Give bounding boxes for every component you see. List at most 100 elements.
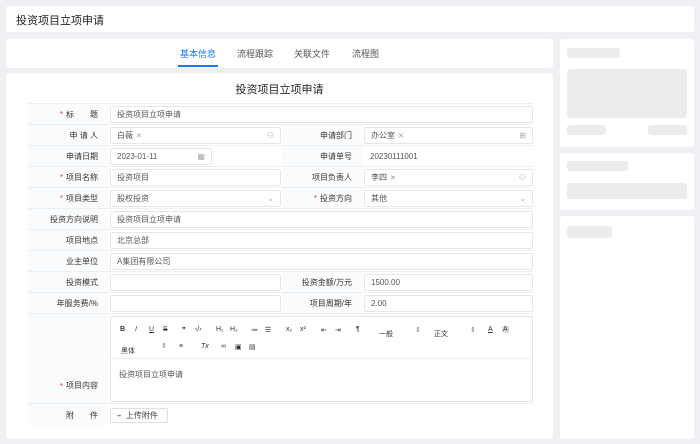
invest-mode-input[interactable] bbox=[110, 274, 281, 291]
underline-button[interactable]: U bbox=[149, 326, 154, 333]
row-apply-date: 申请日期 2023-01-11 ▦ 申请单号 20230111001 bbox=[28, 145, 533, 166]
link-button[interactable]: ∞ bbox=[221, 343, 226, 350]
skeleton-panel-3 bbox=[560, 216, 694, 439]
bold-button[interactable]: B bbox=[120, 326, 125, 333]
clear-format-button[interactable]: Tx bbox=[201, 343, 209, 350]
label-applicant: 申 请 人 bbox=[28, 125, 108, 145]
label-direction-desc: 投资方向说明 bbox=[28, 209, 108, 229]
paperclip-icon: ⌁ bbox=[117, 411, 122, 420]
row-title: * 标 题 投资项目立项申请 bbox=[28, 103, 533, 124]
label-apply-no: 申请单号 bbox=[282, 146, 362, 166]
invest-direction-select[interactable]: 其他 ⌄ bbox=[364, 190, 533, 207]
department-tag: 办公室 ✕ bbox=[371, 131, 404, 140]
top-bar: 投资项目立项申请 bbox=[6, 6, 694, 32]
video-button[interactable]: ▤ bbox=[249, 343, 256, 351]
row-direction-desc: 投资方向说明 投资项目立项申请 bbox=[28, 208, 533, 229]
location-input[interactable]: 北京总部 bbox=[110, 232, 533, 249]
font-color-button[interactable]: A bbox=[488, 326, 493, 333]
close-icon[interactable]: ✕ bbox=[136, 132, 142, 140]
skeleton-line bbox=[567, 48, 620, 58]
bg-color-button[interactable]: A bbox=[502, 326, 509, 333]
row-owner-unit: 业主单位 A集团有限公司 bbox=[28, 250, 533, 271]
close-icon[interactable]: ✕ bbox=[398, 132, 404, 140]
required-mark: * bbox=[313, 193, 317, 203]
active-tab-indicator bbox=[178, 65, 218, 67]
department-picker[interactable]: 办公室 ✕ ⊞ bbox=[364, 127, 533, 144]
subscript-button[interactable]: x₂ bbox=[286, 326, 292, 333]
quote-button[interactable]: ❞ bbox=[182, 326, 186, 334]
font-select[interactable]: 黑体 bbox=[121, 346, 135, 356]
chevron-updown-icon: ⇕ bbox=[415, 327, 421, 334]
applicant-tag: 白薇 ✕ bbox=[117, 131, 142, 140]
style-select[interactable]: 正文 bbox=[434, 329, 448, 339]
form-card: 投资项目立项申请 * 标 题 投资项目立项申请 申 请 人 白薇 ✕ ⚇ 申请部门 … bbox=[6, 73, 553, 439]
calendar-icon[interactable]: ▦ bbox=[197, 152, 205, 161]
required-mark: * bbox=[59, 172, 63, 182]
required-mark: * bbox=[59, 109, 63, 119]
applicant-picker[interactable]: 白薇 ✕ ⚇ bbox=[110, 127, 281, 144]
italic-button[interactable]: I bbox=[135, 326, 137, 333]
label-project-type: * 项目类型 bbox=[28, 188, 108, 208]
label-cycle: 项目周期/年 bbox=[282, 293, 362, 313]
row-project-name: * 项目名称 投资项目 项目负责人 李四 ✕ ⚇ bbox=[28, 166, 533, 187]
chevron-down-icon: ⌄ bbox=[519, 194, 526, 203]
service-fee-input[interactable] bbox=[110, 295, 281, 312]
label-service-fee: 年服务费/% bbox=[28, 293, 108, 313]
editor-content[interactable]: 投资项目立项申请 bbox=[119, 369, 183, 380]
project-owner-picker[interactable]: 李四 ✕ ⚇ bbox=[364, 169, 533, 186]
direction-desc-input[interactable]: 投资项目立项申请 bbox=[110, 211, 533, 228]
row-project-type: * 项目类型 股权投资 ⌄ * 投资方向 其他 ⌄ bbox=[28, 187, 533, 208]
project-owner-tag: 李四 ✕ bbox=[371, 173, 396, 182]
skeleton-line bbox=[648, 125, 687, 135]
row-applicant: 申 请 人 白薇 ✕ ⚇ 申请部门 办公室 ✕ ⊞ bbox=[28, 124, 533, 145]
h1-button[interactable]: H₁ bbox=[216, 326, 223, 333]
row-service-fee: 年服务费/% 项目周期/年 2.00 bbox=[28, 292, 533, 313]
skeleton-block bbox=[567, 183, 687, 199]
code-button[interactable]: ‹/› bbox=[195, 326, 202, 333]
outdent-button[interactable]: ⇤ bbox=[321, 326, 327, 334]
tab-flow-tracking[interactable]: 流程跟踪 bbox=[237, 47, 273, 60]
size-select[interactable]: 一般 bbox=[379, 329, 393, 339]
strike-button[interactable]: S bbox=[163, 326, 168, 333]
title-input[interactable]: 投资项目立项申请 bbox=[110, 106, 533, 123]
close-icon[interactable]: ✕ bbox=[390, 174, 396, 182]
bullet-list-button[interactable]: ☰ bbox=[265, 326, 271, 334]
apply-date-input[interactable]: 2023-01-11 ▦ bbox=[110, 148, 212, 165]
label-apply-date: 申请日期 bbox=[28, 146, 108, 166]
image-button[interactable]: ▣ bbox=[235, 343, 242, 351]
cycle-input[interactable]: 2.00 bbox=[364, 295, 533, 312]
org-tree-icon[interactable]: ⊞ bbox=[519, 131, 526, 140]
user-icon[interactable]: ⚇ bbox=[519, 173, 526, 182]
editor-toolbar: B I U S ❞ ‹/› H₁ H₂ ≔ ☰ x₂ x² ⇤ ⇥ ¶ 一般 ⇕ bbox=[111, 317, 532, 359]
rich-text-editor[interactable]: B I U S ❞ ‹/› H₁ H₂ ≔ ☰ x₂ x² ⇤ ⇥ ¶ 一般 ⇕ bbox=[110, 316, 533, 402]
row-invest-mode: 投资模式 投资金额/万元 1500.00 bbox=[28, 271, 533, 292]
label-owner-unit: 业主单位 bbox=[28, 251, 108, 271]
indent-button[interactable]: ⇥ bbox=[335, 326, 341, 334]
tab-bar: 基本信息 流程跟踪 关联文件 流程图 bbox=[6, 39, 553, 68]
apply-no-value: 20230111001 bbox=[364, 148, 533, 165]
align-button[interactable]: ≡ bbox=[179, 343, 183, 350]
label-department: 申请部门 bbox=[282, 125, 362, 145]
invest-amount-input[interactable]: 1500.00 bbox=[364, 274, 533, 291]
row-content: *项目内容 B I U S ❞ ‹/› H₁ H₂ ≔ ☰ x₂ x² ⇤ ⇥ bbox=[28, 313, 533, 403]
tab-basic-info[interactable]: 基本信息 bbox=[180, 47, 216, 60]
label-invest-mode: 投资模式 bbox=[28, 272, 108, 292]
label-attachment: 附 件 bbox=[28, 404, 108, 426]
upload-attachment-button[interactable]: ⌁ 上传附件 bbox=[110, 408, 168, 423]
skeleton-line bbox=[567, 125, 606, 135]
user-icon[interactable]: ⚇ bbox=[267, 131, 274, 140]
superscript-button[interactable]: x² bbox=[300, 326, 306, 333]
tab-related-files[interactable]: 关联文件 bbox=[294, 47, 330, 60]
h2-button[interactable]: H₂ bbox=[230, 326, 238, 333]
form-title: 投资项目立项申请 bbox=[235, 84, 324, 96]
row-location: 项目地点 北京总部 bbox=[28, 229, 533, 250]
text-direction-button[interactable]: ¶ bbox=[356, 326, 360, 333]
tab-flow-chart[interactable]: 流程图 bbox=[352, 47, 379, 60]
project-name-input[interactable]: 投资项目 bbox=[110, 169, 281, 186]
project-type-select[interactable]: 股权投资 ⌄ bbox=[110, 190, 281, 207]
label-location: 项目地点 bbox=[28, 230, 108, 250]
ordered-list-button[interactable]: ≔ bbox=[251, 326, 258, 334]
owner-unit-input[interactable]: A集团有限公司 bbox=[110, 253, 533, 270]
chevron-updown-icon: ⇕ bbox=[470, 327, 476, 334]
label-project-name: * 项目名称 bbox=[28, 167, 108, 187]
